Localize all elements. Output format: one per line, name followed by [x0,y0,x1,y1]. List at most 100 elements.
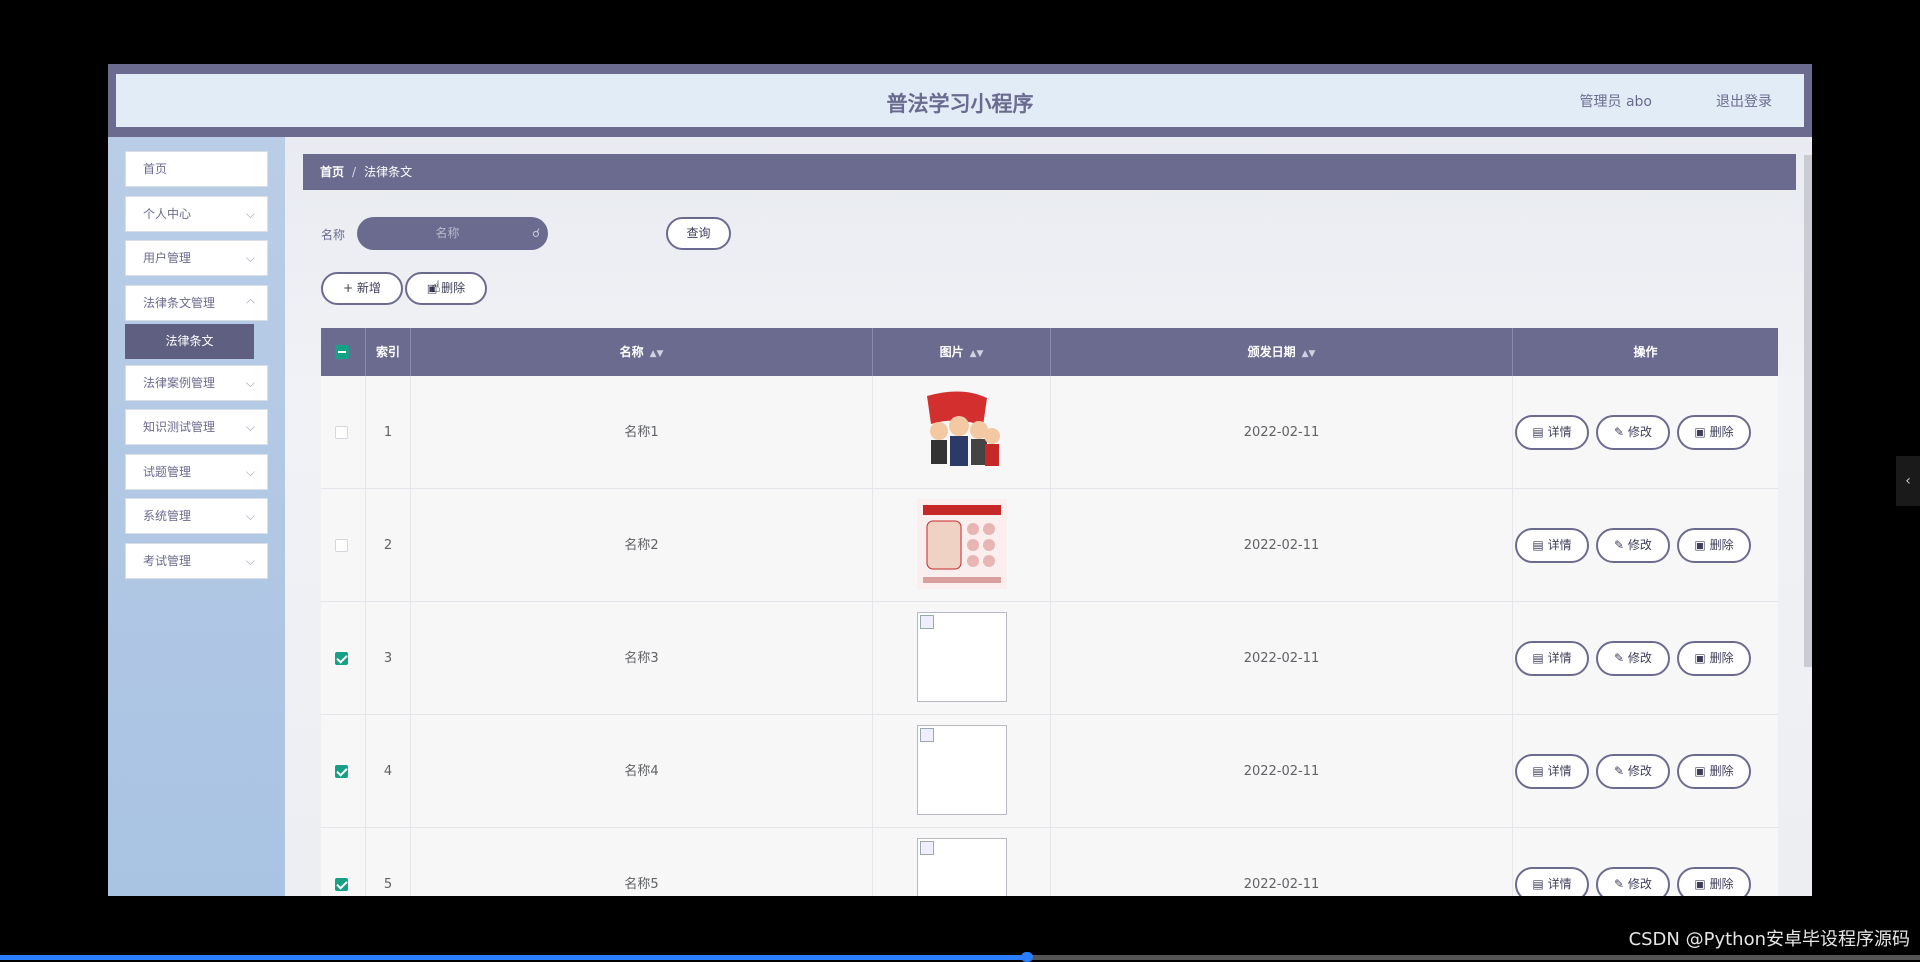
row-checkbox[interactable] [335,426,348,439]
row-index: 1 [366,376,411,489]
header-select-all[interactable] [321,328,366,376]
row-actions: ▤ 详情 ✎ 修改 ▣ 删除 [1515,828,1751,896]
delete-label: 删除 [1709,877,1734,891]
header-index: 索引 [366,328,411,376]
sidebar-item-system[interactable]: 系统管理 ⌵ [125,498,268,534]
delete-button[interactable]: ▣ 删除 [1677,867,1751,896]
header-date[interactable]: 颁发日期 ▲▼ [1051,328,1513,376]
sidebar: 首页 个人中心 ⌵ 用户管理 ⌵ 法律条文管理 ⌵ 法律条文 法律案例管理 ⌵ 知识测试… [108,137,285,896]
row-checkbox[interactable] [335,878,348,891]
delete-label: 删除 [1709,764,1734,778]
row-date: 2022-02-11 [1051,376,1513,489]
header-name-label: 名称 [619,345,644,359]
breadcrumb-home[interactable]: 首页 [320,165,344,179]
detail-button[interactable]: ▤ 详情 [1515,641,1589,676]
row-date: 2022-02-11 [1051,715,1513,828]
sidebar-item-law-cases[interactable]: 法律案例管理 ⌵ [125,365,268,401]
user-name: 管理员 abo [1579,94,1652,110]
row-actions: ▤ 详情 ✎ 修改 ▣ 删除 [1515,376,1751,489]
collapse-panel-icon[interactable]: ‹ [1896,456,1920,506]
edit-button[interactable]: ✎ 修改 [1596,641,1670,676]
search-placeholder: 名称 [435,226,460,240]
row-actions: ▤ 详情 ✎ 修改 ▣ 删除 [1515,489,1751,602]
chevron-down-icon: ⌵ [245,465,255,479]
header-name[interactable]: 名称 ▲▼ [411,328,873,376]
pencil-icon: ✎ [1614,425,1628,439]
video-progress-fill [0,955,1028,960]
row-select-cell [321,489,366,602]
breadcrumb: 首页 / 法律条文 [303,154,1796,190]
detail-button[interactable]: ▤ 详情 [1515,415,1589,450]
edit-label: 修改 [1627,877,1652,891]
sidebar-item-user-management[interactable]: 用户管理 ⌵ [125,240,268,276]
pencil-icon: ✎ [1614,538,1628,552]
edit-button[interactable]: ✎ 修改 [1596,528,1670,563]
detail-label: 详情 [1547,425,1572,439]
video-progress-knob[interactable] [1021,952,1034,962]
search-icon: ☌ [531,226,540,240]
sidebar-item-label: 法律条文管理 [143,296,216,310]
row-date: 2022-02-11 [1051,828,1513,896]
delete-button[interactable]: ▣ 删除 [1677,528,1751,563]
row-checkbox[interactable] [335,652,348,665]
row-index: 4 [366,715,411,828]
sidebar-item-label: 用户管理 [143,251,192,265]
row-name: 名称2 [411,489,873,602]
detail-button[interactable]: ▤ 详情 [1515,867,1589,896]
sidebar-item-questions[interactable]: 试题管理 ⌵ [125,454,268,490]
row-checkbox[interactable] [335,765,348,778]
sidebar-item-exam[interactable]: 考试管理 ⌵ [125,543,268,579]
detail-button[interactable]: ▤ 详情 [1515,528,1589,563]
trash-icon: ▣ [1694,538,1710,552]
batch-delete-button[interactable]: ▣ 删除 [405,272,487,305]
sidebar-item-label: 法律案例管理 [143,376,216,390]
sidebar-item-knowledge-test[interactable]: 知识测试管理 ⌵ [125,409,268,445]
row-date: 2022-02-11 [1051,602,1513,715]
header-ops: 操作 [1633,345,1658,359]
query-button[interactable]: 查询 [666,217,731,250]
sidebar-item-personal-center[interactable]: 个人中心 ⌵ [125,196,268,232]
document-icon: ▤ [1532,425,1548,439]
row-index: 2 [366,489,411,602]
row-name: 名称3 [411,602,873,715]
sort-icon[interactable]: ▲▼ [650,330,664,378]
header-image[interactable]: 图片 ▲▼ [873,328,1051,376]
sidebar-item-law-articles[interactable]: 法律条文管理 ⌵ [125,285,268,321]
sort-icon[interactable]: ▲▼ [970,330,984,378]
row-image-cartoon [917,386,1007,476]
chevron-down-icon: ⌵ [245,376,255,390]
edit-button[interactable]: ✎ 修改 [1596,754,1670,789]
video-progress-bar[interactable] [0,952,1920,962]
table-row: 1 名称1 2022-02-11 ▤ 详情 ✎ 修改 ▣ 删除 [321,376,1778,489]
logout-link[interactable]: 退出登录 [1716,91,1772,111]
add-button[interactable]: + 新增 [321,272,403,305]
detail-button[interactable]: ▤ 详情 [1515,754,1589,789]
trash-icon: ▣ [1694,425,1710,439]
edit-button[interactable]: ✎ 修改 [1596,415,1670,450]
batch-delete-label: 删除 [441,281,466,295]
chevron-down-icon: ⌵ [245,207,255,221]
delete-button[interactable]: ▣ 删除 [1677,415,1751,450]
row-checkbox[interactable] [335,539,348,552]
edit-button[interactable]: ✎ 修改 [1596,867,1670,896]
delete-button[interactable]: ▣ 删除 [1677,754,1751,789]
document-icon: ▤ [1532,877,1548,891]
header-image-label: 图片 [939,345,964,359]
table-row: 2 名称2 2022-02-11 ▤ 详情 ✎ 修改 ▣ 删除 [321,489,1778,602]
header-inner: 普法学习小程序 管理员 abo 退出登录 [116,74,1804,127]
sidebar-item-home[interactable]: 首页 [125,151,268,187]
broken-image-icon [917,725,1007,815]
delete-button[interactable]: ▣ 删除 [1677,641,1751,676]
broken-image-icon [917,612,1007,702]
delete-label: 删除 [1709,425,1734,439]
document-icon: ▤ [1532,538,1548,552]
sidebar-item-label: 试题管理 [143,465,192,479]
page-scrollbar[interactable] [1804,155,1812,667]
chevron-down-icon: ⌵ [245,554,255,568]
sort-icon[interactable]: ▲▼ [1302,330,1316,378]
select-all-checkbox[interactable] [335,345,349,359]
search-input[interactable]: 名称 ☌ [357,217,548,250]
broken-image-icon [917,838,1007,896]
sidebar-subitem-law-articles[interactable]: 法律条文 [125,324,254,359]
row-image-cell [873,828,1051,896]
